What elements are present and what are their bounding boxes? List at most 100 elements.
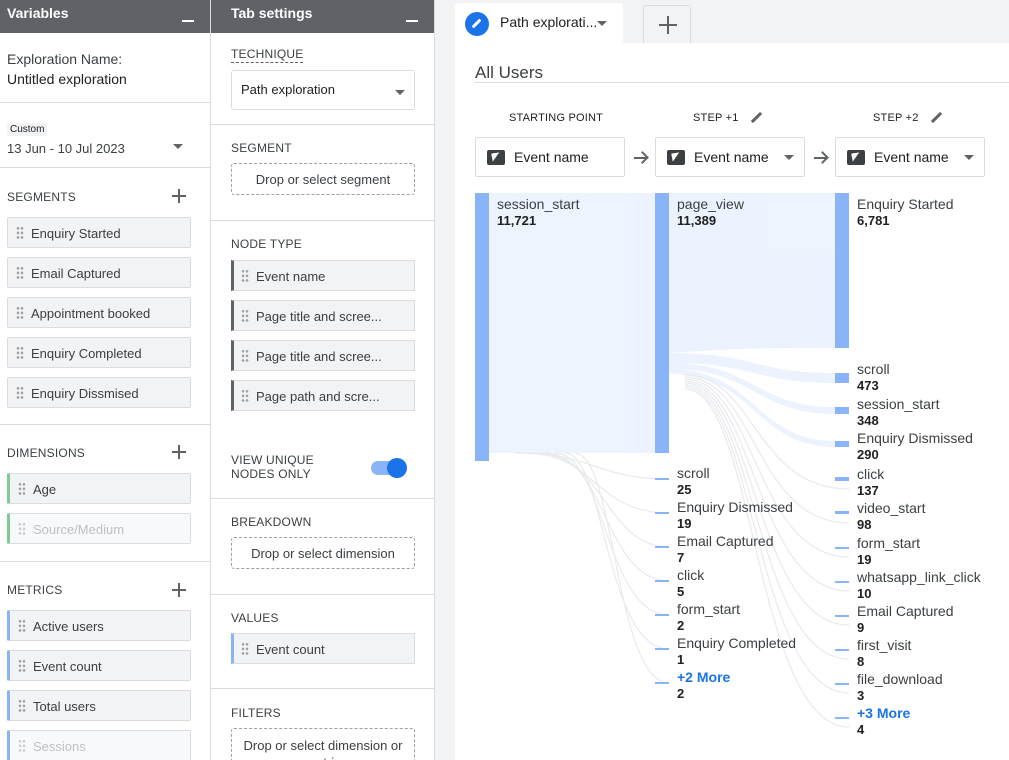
breakdown-section: BREAKDOWN Drop or select dimension <box>211 499 434 595</box>
add-tab-button[interactable] <box>643 5 691 43</box>
exploration-name-input[interactable]: Untitled exploration <box>7 71 127 87</box>
breakdown-dropzone[interactable]: Drop or select dimension <box>231 537 415 569</box>
node-bar[interactable] <box>835 581 849 583</box>
add-segment-icon[interactable] <box>172 189 186 203</box>
node-type-chip[interactable]: Page title and scree... <box>231 340 415 371</box>
node-bar-enquiry-started[interactable] <box>835 193 849 348</box>
segment-chip[interactable]: Appointment booked <box>7 297 191 328</box>
view-unique-nodes-toggle[interactable] <box>371 458 407 478</box>
drag-handle-icon[interactable] <box>16 226 24 240</box>
technique-label: TECHNIQUE <box>231 47 304 63</box>
drag-handle-icon[interactable] <box>18 699 26 713</box>
add-metric-icon[interactable] <box>172 583 186 597</box>
node-bar-page-view[interactable] <box>655 193 669 453</box>
exploration-canvas-area: Path explorati... All Users STARTING POI… <box>436 0 1009 760</box>
collapse-tab-settings-icon[interactable] <box>406 20 418 22</box>
node-type-chip[interactable]: Page path and scre... <box>231 380 415 411</box>
view-unique-nodes-label: VIEW UNIQUE NODES ONLY <box>231 453 314 481</box>
node-label[interactable]: page_view <box>677 196 744 212</box>
node-value: 9 <box>857 620 865 635</box>
metric-chip[interactable]: Sessions <box>7 730 191 760</box>
drag-handle-icon[interactable] <box>18 522 26 536</box>
dimension-chip[interactable]: Source/Medium <box>7 513 191 544</box>
tab-label: Path explorati... <box>500 14 598 30</box>
chevron-down-icon[interactable] <box>597 21 607 26</box>
node-bar[interactable] <box>655 512 669 514</box>
segment-chip[interactable]: Enquiry Started <box>7 217 191 248</box>
drag-handle-icon[interactable] <box>18 482 26 496</box>
drag-handle-icon[interactable] <box>16 306 24 320</box>
node-bar[interactable] <box>835 547 849 549</box>
node-bar[interactable] <box>655 682 669 684</box>
node-label[interactable]: session_start <box>857 396 939 412</box>
node-label[interactable]: scroll <box>857 361 890 377</box>
drag-handle-icon[interactable] <box>16 386 24 400</box>
drag-handle-icon[interactable] <box>241 642 249 656</box>
drag-handle-icon[interactable] <box>241 389 249 403</box>
node-bar[interactable] <box>835 649 849 651</box>
drag-handle-icon[interactable] <box>241 269 249 283</box>
node-label[interactable]: Enquiry Dismissed <box>677 499 793 515</box>
node-label[interactable]: Email Captured <box>677 533 774 549</box>
node-bar[interactable] <box>835 407 849 414</box>
segment-chip[interactable]: Email Captured <box>7 257 191 288</box>
node-label[interactable]: click <box>857 466 884 482</box>
node-value: 2 <box>677 686 685 701</box>
add-dimension-icon[interactable] <box>172 445 186 459</box>
node-bar[interactable] <box>835 441 849 447</box>
node-bar[interactable] <box>835 477 849 481</box>
node-label[interactable]: video_start <box>857 500 925 516</box>
node-label[interactable]: whatsapp_link_click <box>857 569 981 585</box>
node-label[interactable]: first_visit <box>857 637 911 653</box>
node-bar[interactable] <box>835 373 849 383</box>
node-label[interactable]: scroll <box>677 465 710 481</box>
drag-handle-icon[interactable] <box>16 346 24 360</box>
node-type-chip[interactable]: Event name <box>231 260 415 291</box>
metric-chip[interactable]: Total users <box>7 690 191 721</box>
node-value: 6,781 <box>857 213 890 228</box>
node-label[interactable]: Email Captured <box>857 603 954 619</box>
node-type-chip[interactable]: Page title and scree... <box>231 300 415 331</box>
drag-handle-icon[interactable] <box>241 349 249 363</box>
filters-dropzone[interactable]: Drop or select dimension or metric <box>231 728 415 760</box>
node-bar[interactable] <box>655 478 669 480</box>
node-bar[interactable] <box>655 648 669 650</box>
node-value: 4 <box>857 722 865 737</box>
metric-chip[interactable]: Active users <box>7 610 191 641</box>
node-bar[interactable] <box>835 717 849 719</box>
segment-dropzone[interactable]: Drop or select segment <box>231 163 415 195</box>
collapse-variables-icon[interactable] <box>182 20 194 22</box>
node-label[interactable]: file_download <box>857 671 943 687</box>
metric-chip[interactable]: Event count <box>7 650 191 681</box>
segment-chip[interactable]: Enquiry Completed <box>7 337 191 368</box>
node-label[interactable]: session_start <box>497 196 579 212</box>
node-bar[interactable] <box>835 683 849 685</box>
dimension-chip[interactable]: Age <box>7 473 191 504</box>
node-bar[interactable] <box>655 546 669 548</box>
node-value: 290 <box>857 447 879 462</box>
date-range-dropdown-icon[interactable] <box>173 144 183 149</box>
node-label[interactable]: form_start <box>677 601 740 617</box>
date-range-selector[interactable]: 13 Jun - 10 Jul 2023 <box>7 141 125 156</box>
more-nodes-link[interactable]: +2 More <box>677 669 730 685</box>
node-bar[interactable] <box>655 614 669 616</box>
drag-handle-icon[interactable] <box>18 619 26 633</box>
more-nodes-link[interactable]: +3 More <box>857 705 910 721</box>
drag-handle-icon[interactable] <box>16 266 24 280</box>
node-bar[interactable] <box>835 511 849 514</box>
node-bar[interactable] <box>655 580 669 582</box>
node-bar-session-start[interactable] <box>475 193 489 461</box>
drag-handle-icon[interactable] <box>18 739 26 753</box>
node-label[interactable]: Enquiry Dismissed <box>857 430 973 446</box>
segment-chip[interactable]: Enquiry Dissmised <box>7 377 191 408</box>
technique-select[interactable]: Path exploration <box>231 70 415 110</box>
value-chip[interactable]: Event count <box>231 633 415 664</box>
node-label[interactable]: Enquiry Completed <box>677 635 796 651</box>
node-label[interactable]: click <box>677 567 704 583</box>
node-label[interactable]: Enquiry Started <box>857 196 954 212</box>
tab-path-exploration[interactable]: Path explorati... <box>455 3 623 43</box>
drag-handle-icon[interactable] <box>241 309 249 323</box>
node-label[interactable]: form_start <box>857 535 920 551</box>
drag-handle-icon[interactable] <box>18 659 26 673</box>
node-bar[interactable] <box>835 615 849 617</box>
